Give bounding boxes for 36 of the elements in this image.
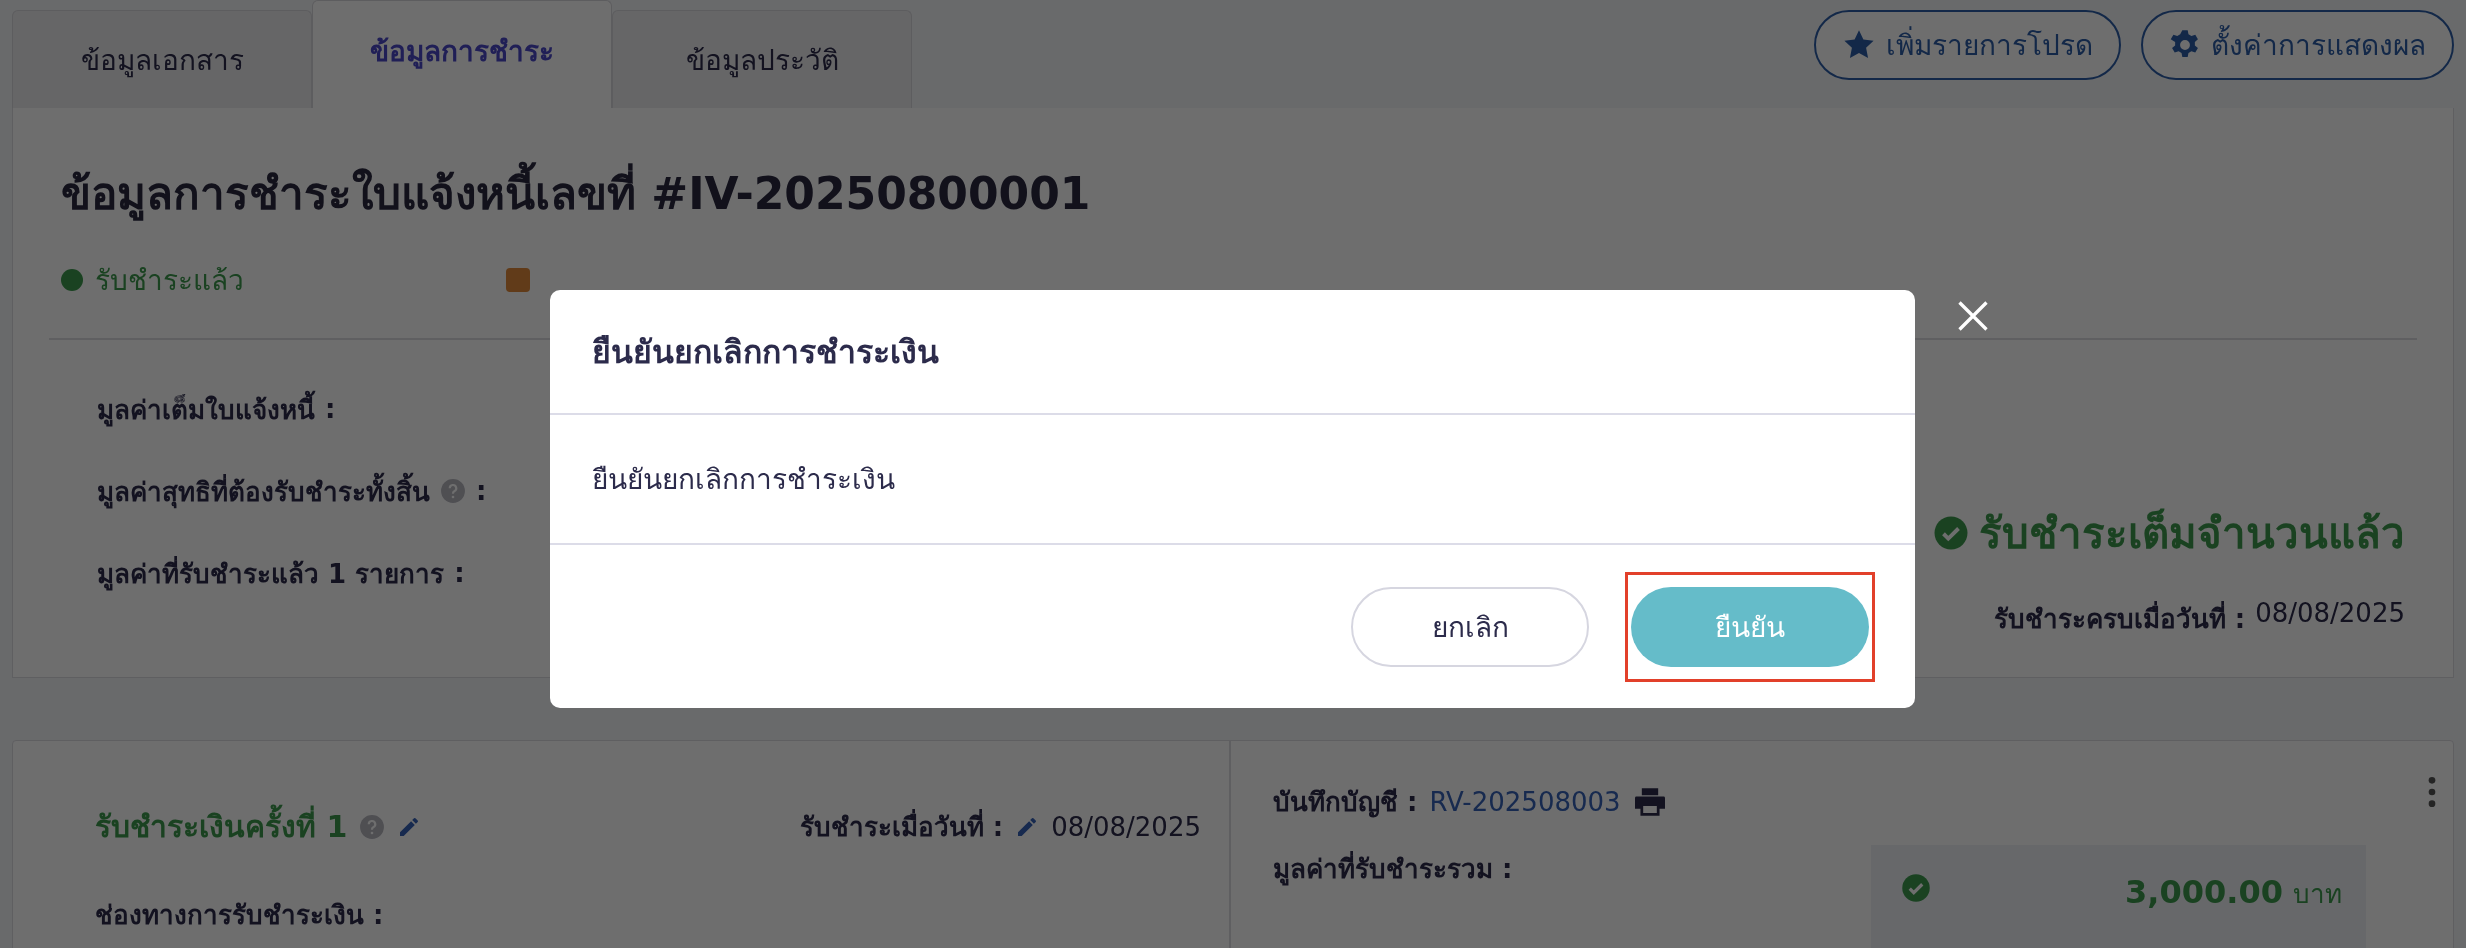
dialog-message: ยืนยันยกเลิกการชำระเงิน [550,415,1915,545]
status-label: รับชำระแล้ว [95,263,244,299]
dialog-title: ยืนยันยกเลิกการชำระเงิน [550,290,1915,415]
account-label: บันทึกบัญชี : [1273,786,1418,820]
total-label: มูลค่าที่รับชำระรวม : [1273,848,1513,889]
page-title: ข้อมูลการชำระใบแจ้งหนี้เลขที่ #IV-20250800001 [13,108,2453,228]
colon: : [325,394,336,424]
colon: : [454,558,465,588]
field-label: มูลค่าเต็มใบแจ้งหนี้ [97,388,315,430]
payment-title: รับชำระเงินครั้งที่ 1 [95,803,348,850]
check-icon [1933,515,1969,551]
date-label: รับชำระเมื่อวันที่ : [799,806,1004,847]
toolbar-button[interactable]: เพิ่มรายการโปรด [1814,10,2121,80]
paid-date: 08/08/2025 [2255,598,2405,630]
amount: 3,000.00 [2125,873,2283,911]
channel-label: ช่องทางการรับชำระเงิน : [95,899,385,932]
more-icon[interactable] [2427,775,2437,809]
paid-date-label: รับชำระครบเมื่อวันที่ : [1993,598,2246,639]
tab[interactable]: ข้อมูลการชำระ [312,0,612,108]
tab[interactable]: ข้อมูลประวัติ [612,10,912,108]
printer-icon[interactable] [1632,786,1667,817]
receipt-link[interactable]: RV-202508003 [1429,786,1621,817]
currency: บาท [2293,878,2342,911]
status-dot [61,269,83,291]
help-icon [359,813,386,840]
colon: : [476,476,487,506]
field-label: มูลค่าสุทธิที่ต้องรับชำระทั้งสิ้น [97,470,430,512]
paid-status: รับชำระเต็มจำนวนแล้ว [1979,507,2405,560]
cancel-button[interactable]: ยกเลิก [1351,586,1589,667]
toolbar-button[interactable]: ตั้งค่าการแสดงผล [2141,10,2454,80]
tab[interactable]: ข้อมูลเอกสาร [12,10,312,108]
check-icon [1901,873,1931,903]
confirm-button[interactable]: ยืนยัน [1631,586,1869,667]
help-icon [440,478,466,504]
payment-date: 08/08/2025 [1051,811,1201,842]
field-label: มูลค่าที่รับชำระแล้ว 1 รายการ [97,555,445,593]
